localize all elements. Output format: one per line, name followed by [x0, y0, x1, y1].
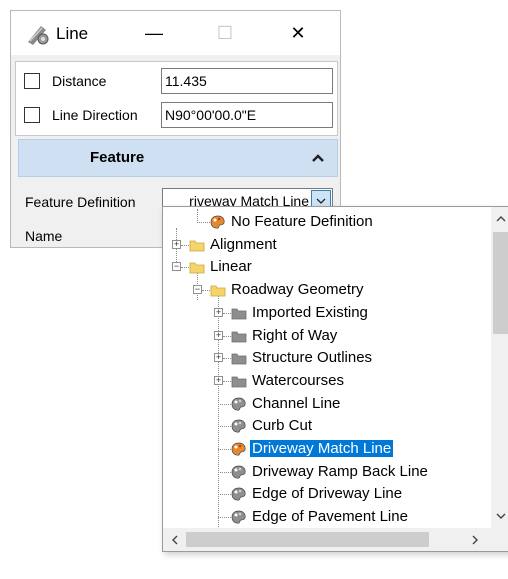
scroll-right-arrow-icon[interactable] — [469, 534, 481, 546]
maximize-button[interactable]: ☐ — [207, 19, 243, 47]
tree-item[interactable]: − Linear — [163, 256, 491, 278]
line-direction-checkbox[interactable] — [24, 107, 40, 123]
tree-item[interactable]: + Right of Way — [163, 325, 491, 347]
line-tool-icon — [28, 26, 49, 45]
tree-connector-line — [218, 494, 231, 496]
vertical-scroll-thumb[interactable] — [493, 232, 508, 334]
collapse-icon[interactable]: − — [193, 285, 202, 295]
tree-connector-line — [223, 335, 231, 337]
tree-connector-line — [218, 403, 231, 405]
tree-item[interactable]: − Roadway Geometry — [163, 279, 491, 301]
feature-definition-tree: No Feature Definition + Alignment − Linear − R… — [162, 206, 508, 552]
line-direction-row: Line Direction N90°00'00.0"E — [16, 98, 337, 132]
tree-connector-line — [202, 290, 210, 292]
minimize-button[interactable]: — — [136, 19, 172, 47]
tree-item[interactable]: Edge of Pavement Line — [163, 506, 491, 528]
feature-definition-icon — [231, 397, 246, 411]
folder-icon — [189, 262, 205, 274]
tree-item-label: Imported Existing — [252, 303, 368, 321]
distance-row: Distance 11.435 — [16, 64, 337, 98]
tree-connector-line — [218, 471, 231, 473]
tree-item-label: Curb Cut — [252, 417, 313, 435]
tree-connector-line — [218, 426, 231, 428]
distance-label: Distance — [52, 73, 107, 89]
name-label: Name — [25, 228, 63, 244]
folder-icon — [210, 285, 226, 297]
horizontal-scroll-thumb[interactable] — [186, 532, 429, 547]
line-direction-input[interactable]: N90°00'00.0"E — [161, 102, 333, 128]
feature-definition-icon — [231, 510, 246, 524]
folder-icon — [231, 308, 247, 320]
horizontal-scrollbar[interactable] — [163, 528, 491, 551]
tree-item[interactable]: Channel Line — [163, 393, 491, 415]
folder-icon — [231, 376, 247, 388]
line-direction-label: Line Direction — [52, 107, 138, 123]
feature-definition-icon — [231, 419, 246, 433]
title-bar[interactable]: Line — ☐ ✕ — [11, 11, 340, 55]
distance-input[interactable]: 11.435 — [161, 68, 333, 94]
tree-connector-line — [181, 244, 189, 246]
expand-icon[interactable]: + — [214, 330, 223, 340]
expand-icon[interactable]: + — [214, 353, 223, 363]
scroll-up-arrow-icon[interactable] — [495, 213, 507, 225]
vertical-scrollbar[interactable] — [491, 207, 508, 528]
tree-item[interactable]: + Imported Existing — [163, 302, 491, 324]
tree-item-label: No Feature Definition — [231, 213, 373, 230]
feature-definition-icon — [210, 215, 225, 229]
expand-icon[interactable]: + — [214, 375, 223, 385]
tree-connector-line — [197, 222, 210, 223]
locks-panel: Distance 11.435 Line Direction N90°00'00… — [15, 61, 338, 136]
scroll-left-arrow-icon[interactable] — [169, 534, 181, 546]
tree-item[interactable]: + Alignment — [163, 234, 491, 256]
feature-section-title: Feature — [90, 149, 145, 166]
tree-item-label: Driveway Ramp Back Line — [252, 462, 428, 480]
tree-item[interactable]: Driveway Ramp Back Line — [163, 461, 491, 483]
tree-item-label: Channel Line — [252, 394, 341, 412]
tree-item-label: Roadway Geometry — [231, 281, 364, 299]
tree-viewport: No Feature Definition + Alignment − Linear − R… — [163, 207, 491, 528]
tree-item[interactable]: + Watercourses — [163, 370, 491, 392]
tree-item-label: Linear — [210, 258, 252, 276]
tree-item-label: Structure Outlines — [252, 349, 373, 367]
tree-connector-line — [218, 449, 231, 450]
tree-connector-line — [218, 517, 231, 519]
window-title: Line — [56, 24, 89, 43]
tree-item[interactable]: No Feature Definition — [163, 211, 491, 233]
tree-item[interactable]: Edge of Driveway Line — [163, 483, 491, 505]
feature-definition-icon — [231, 465, 246, 479]
expand-icon[interactable]: + — [214, 307, 223, 317]
expand-icon[interactable]: + — [172, 239, 181, 249]
scrollbar-corner — [491, 528, 508, 551]
close-button[interactable]: ✕ — [280, 19, 316, 47]
tree-item-label: Edge of Pavement Line — [252, 508, 408, 526]
tree-connector-line — [223, 380, 231, 382]
folder-icon — [231, 331, 247, 342]
collapse-icon[interactable]: − — [172, 262, 181, 272]
folder-icon — [231, 353, 247, 365]
tree-item[interactable]: Driveway Match Line — [163, 438, 491, 460]
feature-section-header[interactable]: Feature — [18, 139, 338, 177]
tree-connector-line — [181, 267, 189, 269]
feature-definition-label: Feature Definition — [25, 194, 136, 210]
tree-item-label: Watercourses — [252, 371, 344, 389]
folder-icon — [189, 240, 205, 252]
tree-item-label: Alignment — [210, 235, 277, 253]
tree-item-label: Right of Way — [252, 326, 338, 344]
tree-item-label: Edge of Driveway Line — [252, 485, 403, 503]
scroll-down-arrow-icon[interactable] — [495, 510, 507, 522]
tree-item-label: Driveway Match Line — [250, 440, 394, 457]
feature-definition-icon — [231, 488, 246, 501]
tree-item[interactable]: + Structure Outlines — [163, 347, 491, 369]
tree-connector-line — [223, 358, 231, 360]
tree-item[interactable]: Curb Cut — [163, 415, 491, 437]
chevron-up-icon[interactable] — [309, 149, 327, 167]
feature-definition-icon — [231, 442, 246, 456]
distance-checkbox[interactable] — [24, 73, 40, 89]
tree-connector-line — [223, 312, 231, 314]
